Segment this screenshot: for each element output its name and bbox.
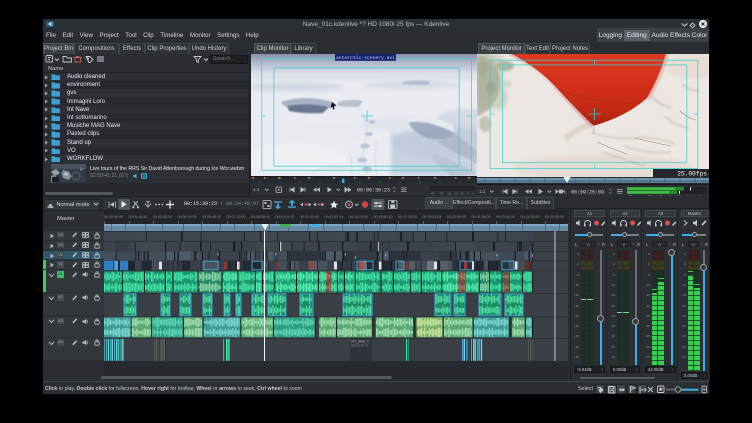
svg-text:-45: -45 bbox=[430, 191, 435, 195]
svg-text:00:00:30:23: 00:00:30:23 bbox=[357, 188, 390, 194]
svg-text:1:1: 1:1 bbox=[479, 189, 486, 194]
svg-text:antarctic-scenery.avi: antarctic-scenery.avi bbox=[336, 55, 395, 61]
svg-text:-20: -20 bbox=[447, 191, 452, 195]
svg-text:-10: -10 bbox=[460, 191, 465, 195]
svg-text:Stereo to m: Stereo to m bbox=[351, 343, 368, 347]
svg-text:-2: -2 bbox=[472, 191, 475, 195]
svg-text:00:09:25:09: 00:09:25:09 bbox=[571, 189, 604, 195]
svg-text:-5: -5 bbox=[467, 191, 470, 195]
svg-text:-30: -30 bbox=[439, 191, 444, 195]
svg-text:-15: -15 bbox=[454, 191, 459, 195]
svg-text:1:1: 1:1 bbox=[253, 187, 260, 192]
svg-text:25.00fps: 25.00fps bbox=[677, 170, 707, 177]
